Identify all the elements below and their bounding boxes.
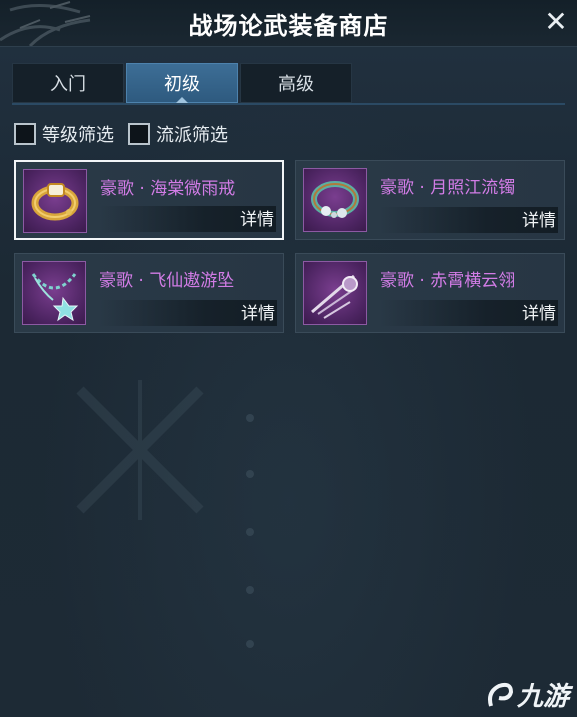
background-bullet (246, 470, 254, 478)
item-name: 豪歌 · 赤霄横云翎 (380, 271, 516, 291)
watermark-text: 九游 (516, 682, 569, 712)
item-name: 豪歌 · 飞仙遨游坠 (99, 271, 235, 291)
item-detail-button[interactable]: 详情 (240, 205, 274, 230)
level-filter-label: 等级筛选 (42, 125, 114, 146)
tab-primary[interactable]: 初级 (126, 63, 238, 103)
feather-ornament-icon (303, 261, 367, 325)
pendant-necklace-icon (22, 261, 86, 325)
background-bullet (246, 528, 254, 536)
title-bar: 战场论武装备商店 ✕ (0, 0, 577, 47)
item-detail-button[interactable]: 详情 (241, 299, 275, 324)
background-bullet (246, 414, 254, 422)
tab-label: 初级 (164, 74, 200, 95)
item-card-bracelet[interactable]: 豪歌 · 月照江流镯 详情 (295, 160, 565, 240)
item-name: 豪歌 · 月照江流镯 (380, 178, 516, 198)
item-card-pendant[interactable]: 豪歌 · 飞仙遨游坠 详情 (14, 253, 284, 333)
tab-divider (12, 103, 565, 105)
close-icon: ✕ (544, 4, 568, 38)
tab-label: 入门 (50, 74, 86, 95)
close-button[interactable]: ✕ (541, 4, 571, 38)
tab-entry[interactable]: 入门 (12, 63, 124, 103)
window-title: 战场论武装备商店 (188, 11, 389, 40)
school-filter[interactable]: 流派筛选 (128, 121, 228, 147)
level-filter-checkbox[interactable] (14, 123, 36, 145)
school-filter-label: 流派筛选 (156, 125, 228, 146)
shop-panel-background (0, 0, 577, 717)
item-card-ring[interactable]: 豪歌 · 海棠微雨戒 详情 (14, 160, 284, 240)
item-name: 豪歌 · 海棠微雨戒 (100, 179, 236, 199)
school-filter-checkbox[interactable] (128, 123, 150, 145)
gold-ring-icon (23, 169, 87, 233)
tab-advanced[interactable]: 高级 (240, 63, 352, 103)
jade-bracelet-icon (303, 168, 367, 232)
jiuyou-logo-icon (487, 682, 513, 707)
site-watermark: 九游 (483, 676, 569, 713)
tab-label: 高级 (278, 74, 314, 95)
background-emblem (76, 380, 204, 520)
filter-bar: 等级筛选 流派筛选 (14, 121, 242, 147)
item-detail-button[interactable]: 详情 (522, 299, 556, 324)
item-card-feather[interactable]: 豪歌 · 赤霄横云翎 详情 (295, 253, 565, 333)
background-bullet (246, 640, 254, 648)
level-filter[interactable]: 等级筛选 (14, 121, 114, 147)
tier-tabs: 入门 初级 高级 (12, 63, 354, 103)
background-bullet (246, 586, 254, 594)
item-detail-button[interactable]: 详情 (522, 206, 556, 231)
